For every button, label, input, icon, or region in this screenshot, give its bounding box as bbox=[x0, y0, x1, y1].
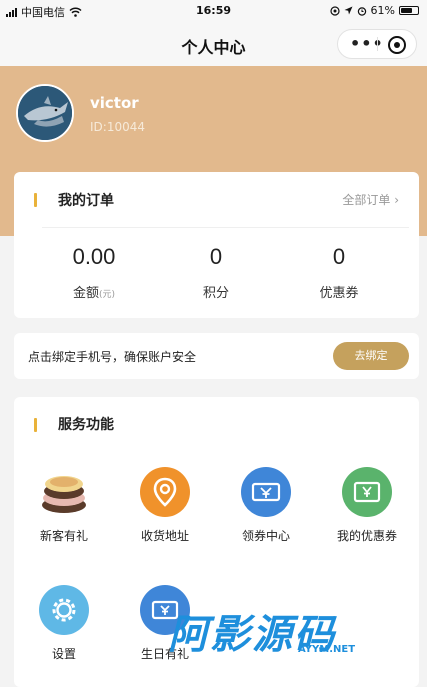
bind-phone-bar: 点击绑定手机号，确保账户安全 去绑定 bbox=[14, 333, 419, 379]
stat-coupons[interactable]: 0 优惠券 bbox=[274, 244, 404, 301]
orders-divider bbox=[42, 227, 409, 228]
stat-coupons-label: 优惠券 bbox=[319, 286, 359, 301]
watermark-subtext: AYYM.NET bbox=[298, 644, 356, 655]
gear-icon bbox=[39, 585, 89, 635]
mini-program-close-icon[interactable] bbox=[388, 36, 406, 54]
bind-phone-text: 点击绑定手机号，确保账户安全 bbox=[28, 350, 197, 364]
service-label: 新客有礼 bbox=[39, 529, 88, 543]
stat-points[interactable]: 0 积分 bbox=[151, 244, 281, 301]
stat-amount-value: 0.00 bbox=[72, 244, 116, 269]
more-dots-icon[interactable]: ••• bbox=[350, 36, 384, 52]
service-settings[interactable]: 设置 bbox=[14, 585, 114, 662]
stat-points-label: 积分 bbox=[202, 286, 229, 301]
battery-percent: 61% bbox=[370, 4, 395, 17]
username: victor bbox=[90, 94, 139, 112]
stat-points-value: 0 bbox=[209, 244, 223, 269]
mini-program-capsule: ••• bbox=[337, 29, 417, 59]
status-bar: 中国电信 16:59 61% bbox=[0, 0, 427, 22]
location-pin-icon bbox=[140, 467, 190, 517]
user-id: ID:10044 bbox=[90, 120, 145, 134]
service-new-customer-gift[interactable]: 新客有礼 bbox=[14, 467, 114, 544]
avatar[interactable] bbox=[16, 84, 74, 142]
service-my-coupons[interactable]: 我的优惠券 bbox=[317, 467, 417, 544]
stat-amount-label: 金额(元) bbox=[72, 286, 116, 301]
shark-avatar-image bbox=[18, 86, 72, 140]
location-arrow-icon bbox=[344, 6, 353, 15]
capsule-divider bbox=[377, 37, 378, 51]
battery-icon bbox=[399, 6, 419, 15]
coupon-ticket-icon bbox=[241, 467, 291, 517]
orders-title: 我的订单 bbox=[58, 193, 114, 209]
alarm-icon bbox=[357, 6, 366, 16]
service-label: 我的优惠券 bbox=[336, 529, 397, 543]
status-right: 61% bbox=[329, 4, 419, 17]
nav-bar: 个人中心 ••• bbox=[0, 22, 427, 66]
stat-amount[interactable]: 0.00 金额(元) bbox=[29, 244, 159, 301]
service-label: 领券中心 bbox=[241, 529, 290, 543]
service-shipping-address[interactable]: 收货地址 bbox=[115, 467, 215, 544]
bind-phone-button[interactable]: 去绑定 bbox=[333, 342, 409, 370]
service-label: 设置 bbox=[51, 647, 76, 661]
orientation-lock-icon bbox=[329, 5, 340, 16]
service-coupon-center[interactable]: 领券中心 bbox=[216, 467, 316, 544]
stat-amount-unit: (元) bbox=[98, 290, 116, 300]
all-orders-link[interactable]: 全部订单 › bbox=[342, 191, 399, 208]
gift-cake-icon bbox=[39, 467, 89, 517]
coupon-wallet-icon bbox=[342, 467, 392, 517]
services-title: 服务功能 bbox=[58, 417, 114, 433]
section-accent-bar bbox=[34, 193, 37, 207]
orders-card: 我的订单 全部订单 › 0.00 金额(元) 0 积分 0 优惠券 bbox=[14, 172, 419, 318]
service-label: 收货地址 bbox=[140, 529, 189, 543]
section-accent-bar bbox=[34, 418, 37, 432]
stat-coupons-value: 0 bbox=[332, 244, 346, 269]
